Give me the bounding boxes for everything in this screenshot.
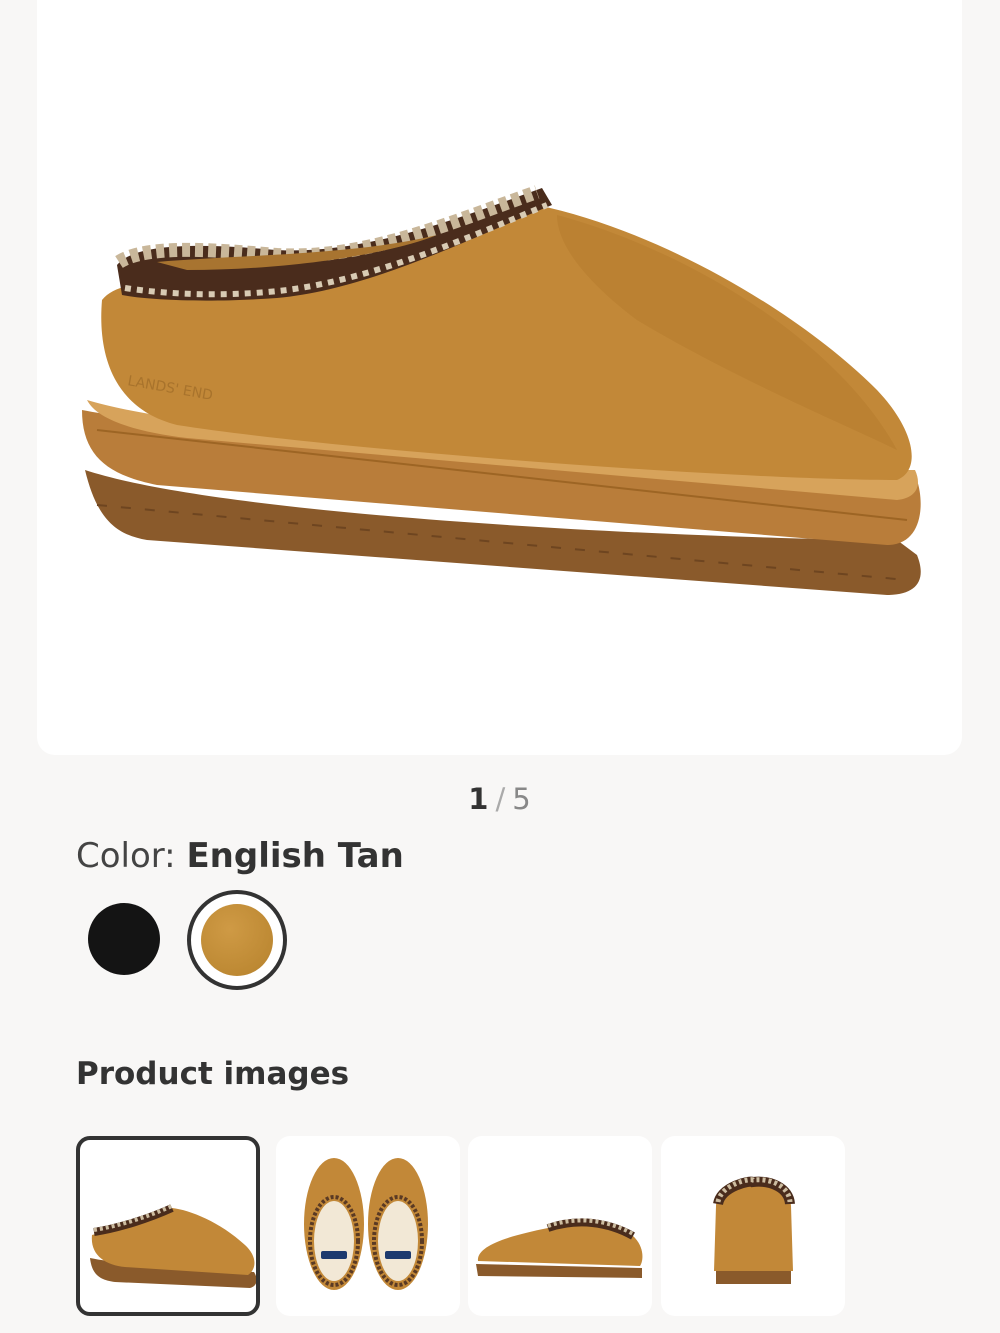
thumb-back-view: [713, 1176, 795, 1284]
thumbnail-4[interactable]: [661, 1136, 845, 1316]
slipper-illustration: LANDS' END: [82, 185, 921, 595]
color-label: Color:: [76, 836, 176, 876]
product-images-heading: Product images: [76, 1056, 350, 1092]
selected-color-name: English Tan: [186, 836, 404, 876]
swatch-black[interactable]: [88, 903, 160, 975]
thumbnail-3[interactable]: [468, 1136, 652, 1316]
color-selection-label: Color: English Tan: [76, 836, 404, 876]
image-pager: 1/5: [0, 782, 1000, 816]
thumbnail-1[interactable]: [76, 1136, 260, 1316]
swatch-english-tan-fill: [201, 904, 273, 976]
thumbnail-2[interactable]: [276, 1136, 460, 1316]
swatch-english-tan[interactable]: [187, 890, 287, 990]
total-images: 5: [512, 782, 532, 816]
pager-separator: /: [495, 782, 507, 816]
thumb-side-view: [90, 1204, 256, 1288]
thumb-profile-view: [476, 1218, 643, 1278]
thumb-top-view: [304, 1158, 428, 1290]
main-product-image[interactable]: LANDS' END: [37, 0, 962, 755]
current-image-index: 1: [468, 782, 490, 816]
